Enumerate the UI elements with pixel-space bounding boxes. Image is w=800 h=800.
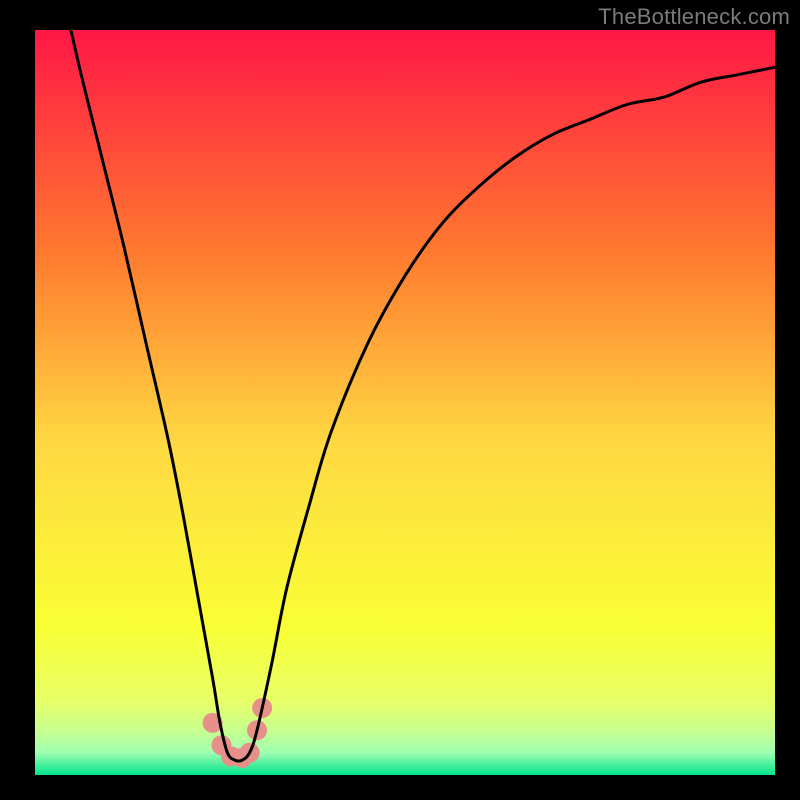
watermark-text: TheBottleneck.com <box>598 4 790 30</box>
plot-area <box>35 30 775 775</box>
bottleneck-curve <box>35 30 775 761</box>
chart-frame: TheBottleneck.com <box>0 0 800 800</box>
curve-layer <box>35 30 775 775</box>
